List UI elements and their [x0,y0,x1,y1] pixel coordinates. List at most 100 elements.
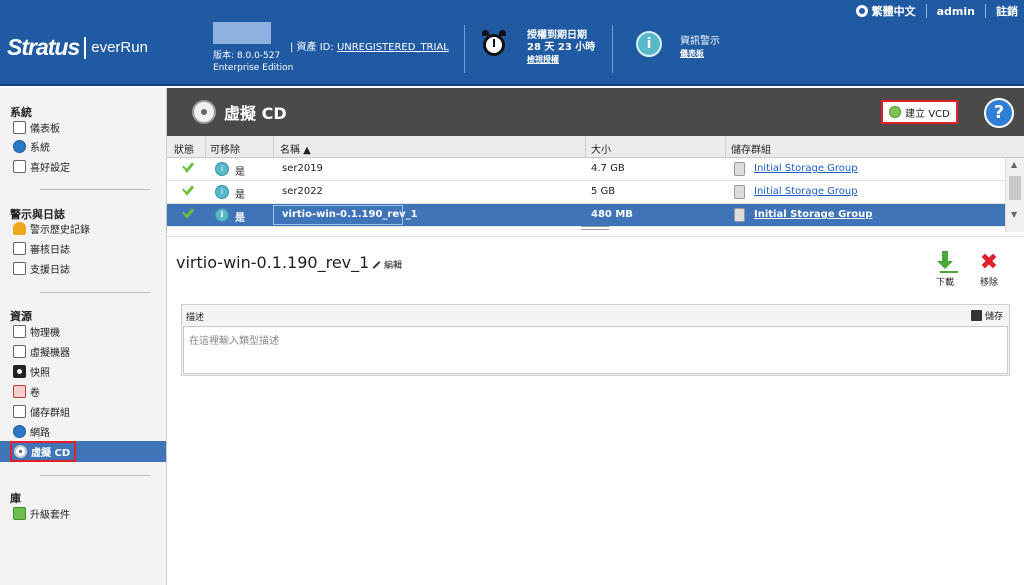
save-button[interactable]: 儲存 [970,309,1003,322]
virtual-machine-icon [13,344,26,358]
scroll-down-arrow-icon[interactable]: ▼ [1011,210,1017,219]
name-cell: ser2022 [282,186,323,197]
sidebar-item-virtual-machines[interactable]: 虛擬機器 [13,342,70,360]
sidebar-item-label: 喜好設定 [30,162,70,174]
sidebar-item-dashboard[interactable]: 儀表板 [13,118,60,136]
sidebar-item-networks[interactable]: 網路 [13,422,50,440]
storage-group-icon [734,185,745,199]
sidebar-item-label: 警示歷史記錄 [30,224,90,236]
resize-grip-handle[interactable] [581,226,609,230]
alarm-clock-icon [482,30,506,58]
sidebar-item-alert-history[interactable]: 警示歷史記錄 [13,219,90,237]
save-label: 儲存 [984,312,1003,322]
asset-id-link[interactable]: UNREGISTERED_TRIAL [337,42,449,53]
status-ok-check-icon [181,186,195,196]
page-title-bar: 虛擬 CD 建立 VCD ? [167,88,1024,136]
sidebar-item-label: 儀表板 [30,123,60,135]
info-icon: i [215,185,229,199]
name-cell: ser2019 [282,163,323,174]
description-panel: 描述 儲存 [181,304,1010,376]
column-header-removable[interactable]: 可移除 [210,141,240,156]
column-header-name[interactable]: 名稱 ▲ [280,141,311,156]
sidebar-item-label: 升級套件 [30,509,70,521]
column-header-size[interactable]: 大小 [591,141,611,156]
sidebar-item-support-log[interactable]: 支援日誌 [13,259,70,277]
support-log-icon [13,261,26,275]
table-header: 狀態 可移除 名稱 ▲ 大小 儲存群組 [167,136,1024,158]
sidebar-item-label: 快照 [30,367,50,379]
removable-cell: 是 [235,213,245,224]
details-panel: virtio-win-0.1.190_rev_1 編輯 下載 ✖ 移除 描述 儲… [167,236,1024,585]
remove-label: 移除 [979,278,998,288]
cd-icon [192,100,216,124]
alerts-status: 資訊警示 儀表板 [680,36,720,60]
globe-icon [855,5,868,17]
info-icon: i [215,162,229,176]
sidebar-item-system[interactable]: 系統 [13,137,50,155]
logo-divider [84,36,87,59]
table-row[interactable]: i 是 ser2022 5 GB Initial Storage Group [167,181,1005,204]
status-ok-check-icon [181,209,195,219]
sidebar-divider [40,189,150,190]
sidebar-item-physical-machines[interactable]: 物理機 [13,322,60,340]
storage-group-link[interactable]: Initial Storage Group [754,186,858,197]
table-row[interactable]: i 是 ser2019 4.7 GB Initial Storage Group [167,158,1005,181]
column-header-status[interactable]: 狀態 [174,141,194,156]
create-vcd-button[interactable]: 建立 VCD [881,100,958,124]
scroll-thumb[interactable] [1009,176,1021,200]
preferences-icon [13,159,26,173]
language-selector[interactable]: 繁體中文 [872,3,916,19]
header-divider [464,25,465,73]
asset-id: | 資產 ID: UNREGISTERED_TRIAL [290,38,449,53]
sidebar-item-virtual-cd[interactable]: 虛擬 CD [0,441,166,462]
storage-group-link[interactable]: Initial Storage Group [754,209,872,220]
sidebar-item-label: 網路 [30,427,50,439]
removable-cell: 是 [235,190,245,201]
table-row-selected[interactable]: i 是 virtio-win-0.1.190_rev_1 480 MB Init… [167,204,1005,227]
sidebar-item-audit-log[interactable]: 審核日誌 [13,239,70,257]
size-cell: 5 GB [591,186,616,197]
upgrade-kit-icon [13,506,26,520]
download-arrow-icon [936,251,958,273]
dashboard-link[interactable]: 儀表板 [680,48,720,60]
description-input[interactable] [183,326,1008,374]
top-utility-bar: 繁體中文 admin 註銷 [855,3,1018,19]
sidebar-item-volumes[interactable]: 卷 [13,382,40,400]
license-status: 授權到期日期 28 天 23 小時 檢視授權 [527,30,595,66]
edit-link[interactable]: 編輯 [372,258,402,271]
sidebar-item-label: 卷 [30,387,40,399]
pencil-icon [372,260,381,269]
remove-x-icon: ✖ [979,250,999,275]
audit-log-icon [13,241,26,255]
edition: Enterprise Edition [213,63,294,73]
table-scrollbar[interactable]: ▲ ▼ [1005,158,1024,232]
logo-stratus-text: Stratus [7,34,80,60]
edit-label: 編輯 [384,261,403,271]
download-button[interactable]: 下載 [932,251,958,288]
camera-icon [13,364,26,378]
header-divider [612,25,613,73]
system-globe-icon [13,139,26,153]
storage-group-link[interactable]: Initial Storage Group [754,163,858,174]
help-icon[interactable]: ? [984,98,1014,128]
sidebar-item-upgrade-kits[interactable]: 升級套件 [13,504,70,522]
sidebar-divider [40,292,150,293]
storage-group-icon [734,208,745,222]
remove-button[interactable]: ✖ 移除 [974,250,1004,289]
description-label: 描述 [186,313,205,323]
view-license-link[interactable]: 檢視授權 [527,54,595,66]
sidebar-item-storage-groups[interactable]: 儲存群組 [13,402,70,420]
download-label: 下載 [935,278,954,288]
logo-everrun-text: everRun [91,39,148,56]
sidebar-item-label: 物理機 [30,327,60,339]
dashboard-icon [13,120,26,134]
scroll-up-arrow-icon[interactable]: ▲ [1011,160,1017,169]
sidebar-item-snapshots[interactable]: 快照 [13,362,50,380]
user-menu[interactable]: admin [937,5,975,18]
logout-link[interactable]: 註銷 [996,3,1018,19]
status-ok-check-icon [181,163,195,173]
size-cell: 4.7 GB [591,163,625,174]
sidebar-item-preferences[interactable]: 喜好設定 [13,157,70,175]
column-header-storage-group[interactable]: 儲存群組 [731,141,771,156]
active-item-highlight: 虛擬 CD [10,441,77,462]
